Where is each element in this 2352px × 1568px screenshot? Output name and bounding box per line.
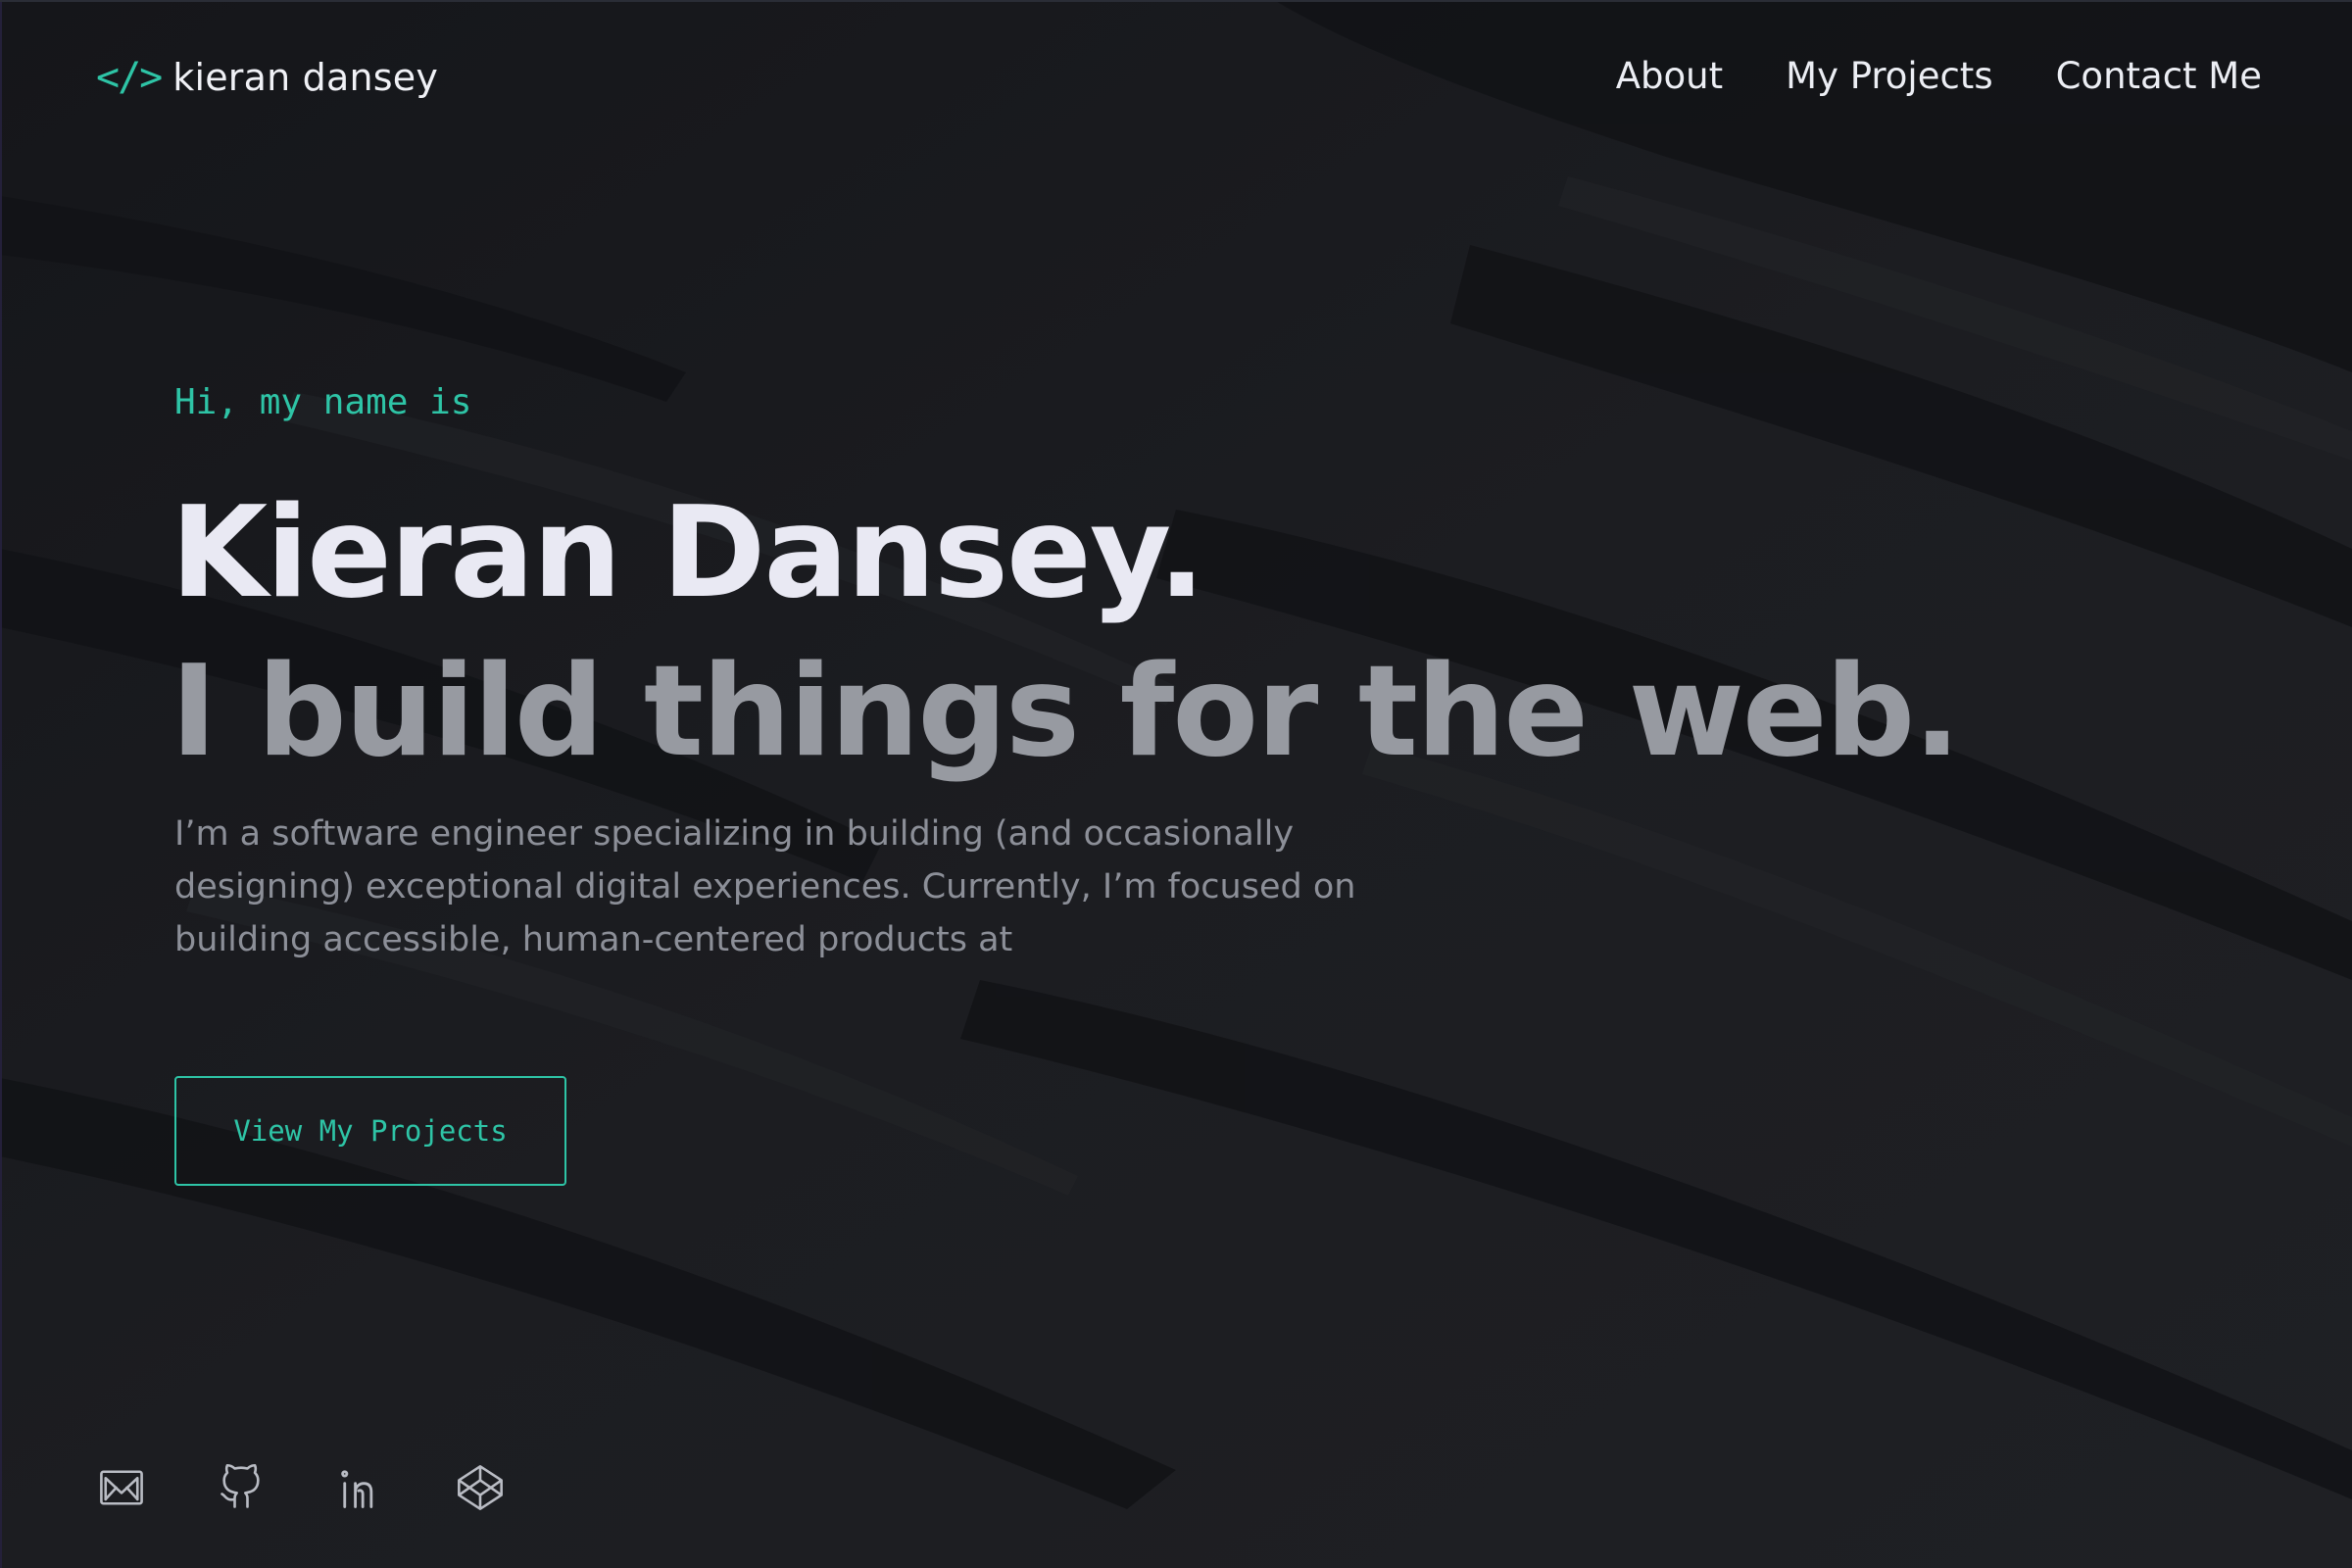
github-link[interactable] — [212, 1458, 270, 1517]
mail-icon — [100, 1470, 143, 1505]
linkedin-link[interactable] — [331, 1458, 390, 1517]
hero-tagline: I build things for the web. — [171, 639, 1961, 785]
nav-link-about[interactable]: About — [1616, 55, 1723, 97]
nav-link-my-projects[interactable]: My Projects — [1786, 55, 1992, 97]
mail-link[interactable] — [92, 1458, 151, 1517]
hero-section: Hi, my name is Kieran Dansey. I build th… — [171, 372, 2036, 1186]
nav-link-contact-me[interactable]: Contact Me — [2056, 55, 2262, 97]
codepen-icon — [458, 1465, 503, 1510]
nav-links: About My Projects Contact Me — [1616, 55, 2262, 97]
greeting-text: Hi, my name is — [174, 382, 472, 422]
code-icon: </> — [96, 55, 163, 100]
logo-text: kieran dansey — [172, 56, 439, 99]
logo-link[interactable]: </> kieran dansey — [96, 55, 438, 100]
codepen-link[interactable] — [451, 1458, 510, 1517]
top-navigation: </> kieran dansey About My Projects Cont… — [0, 0, 2352, 161]
hero-description: I’m a software engineer specializing in … — [174, 814, 1356, 959]
hero-name: Kieran Dansey. — [171, 480, 1205, 626]
github-icon — [220, 1463, 260, 1508]
linkedin-icon — [341, 1470, 373, 1508]
view-projects-button[interactable]: View My Projects — [174, 1076, 566, 1186]
social-links — [92, 1458, 510, 1517]
left-edge-line — [0, 0, 2, 1568]
